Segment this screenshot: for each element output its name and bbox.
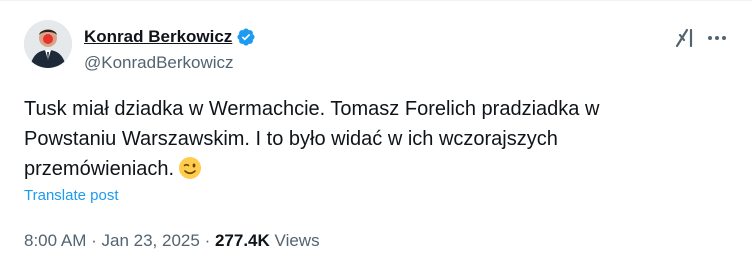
author-name[interactable]: Konrad Berkowicz	[84, 27, 232, 47]
avatar[interactable]	[24, 20, 72, 68]
meta-separator: ·	[204, 231, 211, 250]
tweet-meta: 8:00 AM · Jan 23, 2025 · 277.4K Views	[24, 231, 320, 251]
views-label: Views	[274, 231, 320, 250]
tweet-text-fragment: przemówieniach.	[24, 158, 175, 180]
tweet-text: Tusk miał dziadka w Wermachcie. Tomasz F…	[24, 94, 724, 184]
verified-badge-icon	[236, 27, 256, 47]
tweet-text-line: przemówieniach.	[24, 154, 724, 184]
views-count[interactable]: 277.4K	[215, 231, 270, 250]
translate-post-link[interactable]: Translate post	[24, 187, 119, 204]
avatar-image	[24, 20, 72, 68]
grok-icon[interactable]	[674, 27, 696, 49]
more-icon[interactable]	[706, 27, 728, 49]
tweet-text-line: Powstaniu Warszawskim. I to było widać w…	[24, 128, 558, 150]
tweet-text-line: Tusk miał dziadka w Wermachcie. Tomasz F…	[24, 98, 600, 120]
author-handle[interactable]: @KonradBerkowicz	[84, 53, 234, 73]
tweet-card: Konrad Berkowicz @KonradBerkowicz Tusk m…	[0, 0, 752, 262]
meta-separator: ·	[91, 231, 97, 250]
winking-face-icon	[178, 156, 202, 180]
author-row: Konrad Berkowicz	[84, 27, 256, 47]
tweet-date[interactable]: Jan 23, 2025	[102, 231, 200, 250]
tweet-time[interactable]: 8:00 AM	[24, 231, 86, 250]
